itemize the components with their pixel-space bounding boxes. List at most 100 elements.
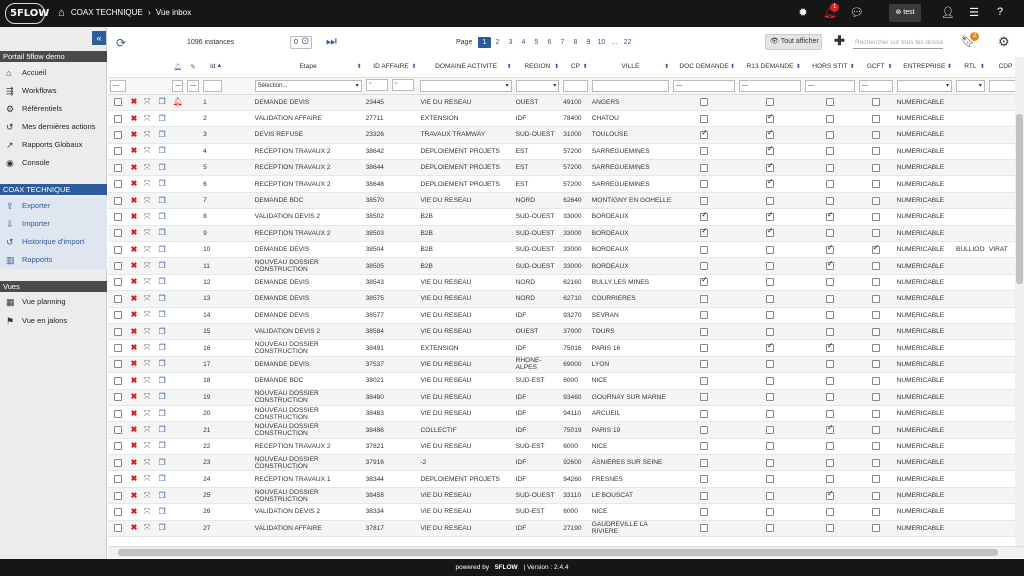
copy-icon[interactable]: ❐ — [158, 523, 165, 532]
doc-demande-checkbox[interactable] — [700, 98, 709, 107]
hors-stit-checkbox[interactable] — [825, 163, 834, 172]
doc-demande-checkbox[interactable] — [700, 442, 709, 451]
copy-icon[interactable]: ❐ — [158, 310, 165, 319]
row-select-checkbox[interactable] — [113, 426, 122, 434]
r13-demande-checkbox[interactable] — [766, 442, 774, 451]
row-select-checkbox[interactable] — [113, 458, 122, 467]
hors-stit-checkbox[interactable] — [825, 229, 834, 238]
table-row[interactable]: ✖ ⤧ ❐ 19 NOUVEAU DOSSIER CONSTRUCTION 38480 VI… — [108, 389, 1024, 406]
breadcrumb-item-coax[interactable]: COAX TECHNIQUE — [71, 8, 143, 17]
table-row[interactable]: ✖ ⤧ ❐ 18 DEMANDE BDC 38021 VIE DU RESEAU SUD-ES… — [108, 372, 1024, 390]
page-link[interactable]: 3 — [504, 37, 517, 48]
bug-icon[interactable]: ✹ — [795, 6, 811, 19]
r13-demande-checkbox[interactable] — [766, 113, 774, 123]
row-select-checkbox[interactable] — [113, 507, 122, 516]
delete-icon[interactable]: ✖ — [131, 130, 138, 139]
expand-icon[interactable]: ⤧ — [144, 441, 150, 450]
doc-demande-checkbox[interactable] — [700, 211, 709, 221]
doc-demande-checkbox[interactable] — [700, 311, 709, 320]
filter-alert[interactable]: — — [172, 79, 184, 92]
row-select-checkbox[interactable] — [113, 524, 122, 533]
gcft-checkbox[interactable] — [871, 262, 880, 271]
filter-doc-demande[interactable]: — — [673, 79, 736, 92]
copy-icon[interactable]: ❐ — [158, 491, 165, 500]
filter-gcft[interactable]: — — [858, 79, 893, 92]
expand-icon[interactable]: ⤧ — [144, 179, 150, 188]
page-link[interactable]: 10 — [595, 37, 608, 48]
copy-icon[interactable]: ❐ — [158, 392, 165, 401]
doc-demande-checkbox[interactable] — [700, 426, 709, 434]
copy-icon[interactable]: ❐ — [158, 409, 165, 418]
expand-icon[interactable]: ⤧ — [144, 294, 150, 303]
expand-icon[interactable]: ⤧ — [144, 523, 150, 532]
page-link[interactable]: 1 — [478, 37, 491, 48]
gcft-checkbox[interactable] — [871, 114, 880, 123]
gcft-checkbox[interactable] — [871, 294, 880, 303]
r13-demande-checkbox[interactable] — [766, 342, 774, 353]
delete-icon[interactable]: ✖ — [131, 392, 138, 401]
row-select-checkbox[interactable] — [113, 147, 122, 156]
r13-demande-checkbox[interactable] — [766, 98, 774, 107]
hors-stit-checkbox[interactable] — [825, 311, 834, 320]
hors-stit-checkbox[interactable] — [825, 376, 834, 385]
sidebar-item-historique-import[interactable]: ↺ Historique d'import — [0, 233, 107, 251]
col-region-header[interactable]: REGION ⬍ — [513, 57, 562, 78]
delete-icon[interactable]: ✖ — [131, 441, 138, 450]
hors-stit-checkbox[interactable] — [825, 211, 834, 221]
r13-demande-checkbox[interactable] — [766, 211, 774, 221]
delete-icon[interactable]: ✖ — [131, 228, 138, 237]
expand-icon[interactable]: ⤧ — [144, 491, 150, 500]
row-select-checkbox[interactable] — [113, 212, 122, 221]
doc-demande-checkbox[interactable] — [700, 327, 709, 336]
expand-icon[interactable]: ⤧ — [144, 343, 150, 352]
row-select-checkbox[interactable] — [113, 475, 122, 484]
hors-stit-checkbox[interactable] — [825, 409, 834, 418]
row-select-checkbox[interactable] — [113, 294, 122, 303]
copy-icon[interactable]: ❐ — [158, 343, 165, 352]
copy-icon[interactable]: ❐ — [158, 359, 165, 368]
expand-icon[interactable]: ⤧ — [144, 146, 150, 155]
alert-bell-icon[interactable]: 🔔︎ — [173, 97, 183, 106]
delete-icon[interactable]: ✖ — [131, 409, 138, 418]
r13-demande-checkbox[interactable] — [766, 262, 774, 271]
table-row[interactable]: ✖ ⤧ ❐ 14 DEMANDE DEVIS 38577 VIE DU RESEAU IDF 9… — [108, 307, 1024, 324]
expand-icon[interactable]: ⤧ — [144, 425, 150, 434]
doc-demande-checkbox[interactable] — [700, 475, 709, 484]
table-row[interactable]: ✖ ⤧ ❐ 5 RECEPTION TRAVAUX 2 38644 DEPLOIEMENT … — [108, 159, 1024, 177]
table-row[interactable]: ✖ ⤧ ❐ 27 VALIDATION AFFAIRE 37817 VIE DU RESEA… — [108, 520, 1024, 538]
gcft-checkbox[interactable] — [871, 376, 880, 385]
r13-demande-checkbox[interactable] — [766, 426, 774, 434]
hors-stit-checkbox[interactable] — [825, 360, 834, 369]
user-menu-button[interactable]: ⊗ test — [889, 4, 921, 22]
gcft-checkbox[interactable] — [871, 180, 880, 189]
table-row[interactable]: ✖ ⤧ ❐ 🔔︎ 1 DEMANDE DEVIS 23445 VIE DU RESEAU OUE… — [108, 94, 1024, 111]
gcft-checkbox[interactable] — [871, 163, 880, 172]
col-cp-header[interactable]: CP ⬍ — [561, 57, 590, 78]
doc-demande-checkbox[interactable] — [700, 180, 709, 189]
filter-id[interactable] — [203, 79, 223, 92]
doc-demande-checkbox[interactable] — [700, 227, 709, 238]
col-etape-header[interactable]: Etape ⬍ — [252, 57, 364, 78]
r13-demande-checkbox[interactable] — [766, 491, 774, 500]
hors-stit-checkbox[interactable] — [825, 393, 834, 402]
hors-stit-checkbox[interactable] — [825, 244, 834, 254]
r13-demande-checkbox[interactable] — [766, 278, 774, 287]
copy-icon[interactable]: ❐ — [158, 441, 165, 450]
expand-icon[interactable]: ⤧ — [144, 327, 150, 336]
copy-icon[interactable]: ❐ — [158, 376, 165, 385]
row-select-checkbox[interactable] — [113, 311, 122, 320]
search-input[interactable]: Rechercher sur tous les dossiers — [853, 36, 943, 49]
table-row[interactable]: ✖ ⤧ ❐ 3 DEVIS REFUSE 23326 TRAVAUX TRAMWAY SUD-… — [108, 126, 1024, 144]
delete-icon[interactable]: ✖ — [131, 294, 138, 303]
delete-icon[interactable]: ✖ — [131, 458, 138, 467]
gcft-checkbox[interactable] — [871, 311, 880, 320]
doc-demande-checkbox[interactable] — [700, 524, 709, 533]
filter-id-affaire-op2[interactable]: ⁼ — [391, 78, 414, 91]
page-link[interactable]: 7 — [556, 37, 569, 48]
r13-demande-checkbox[interactable] — [766, 524, 774, 533]
doc-demande-checkbox[interactable] — [700, 294, 709, 303]
expand-icon[interactable]: ⤧ — [144, 114, 150, 123]
copy-icon[interactable]: ❐ — [158, 130, 165, 139]
delete-icon[interactable]: ✖ — [131, 474, 138, 483]
table-row[interactable]: ✖ ⤧ ❐ 17 DEMANDE DEVIS 37537 VIE DU RESEAU RHON… — [108, 356, 1024, 374]
